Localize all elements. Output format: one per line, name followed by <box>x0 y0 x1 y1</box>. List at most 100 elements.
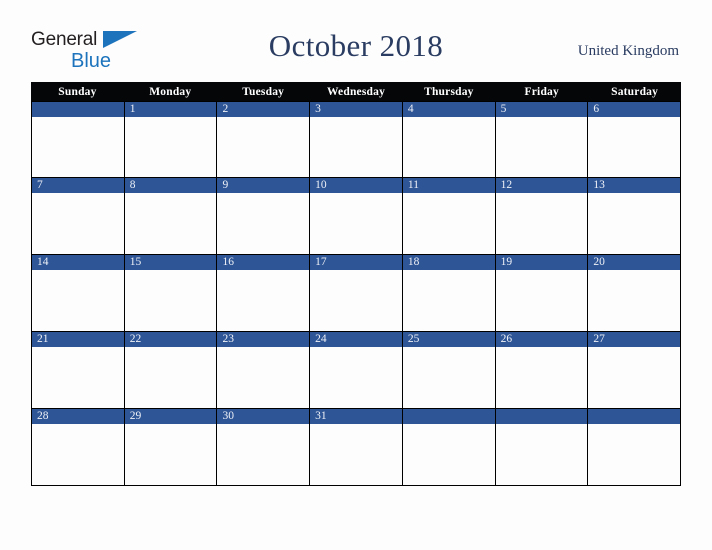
day-number: 15 <box>129 256 142 268</box>
day-notes-area[interactable] <box>495 193 588 254</box>
day-cell-11[interactable]: 11 <box>402 178 496 254</box>
day-number: 7 <box>37 179 43 191</box>
day-notes-area[interactable] <box>217 347 310 408</box>
day-number: 12 <box>500 179 513 191</box>
day-notes-area[interactable] <box>217 193 310 254</box>
day-cell-21[interactable]: 21 <box>32 332 125 408</box>
day-cell-9[interactable]: 9 <box>217 178 311 254</box>
day-number-band <box>32 178 124 193</box>
day-cell-28[interactable]: 28 <box>32 409 125 485</box>
weekday-header-monday: Monday <box>149 85 192 98</box>
day-notes-area[interactable] <box>402 117 495 177</box>
day-notes-area[interactable] <box>588 117 681 177</box>
weekday-header-friday: Friday <box>524 85 559 98</box>
day-cell-4[interactable]: 4 <box>402 102 496 177</box>
day-notes-area[interactable] <box>32 270 124 331</box>
day-cell-3[interactable]: 3 <box>310 102 403 177</box>
day-cell-31[interactable]: 31 <box>310 409 403 485</box>
day-cell-10[interactable]: 10 <box>310 178 403 254</box>
calendar-page: General Blue October 2018 United Kingdom… <box>0 0 712 550</box>
day-cell-1[interactable]: 1 <box>124 102 218 177</box>
day-number: 21 <box>37 333 49 345</box>
weekday-header-saturday: Saturday <box>611 85 659 98</box>
day-cell-14[interactable]: 14 <box>32 255 125 331</box>
day-cell-18[interactable]: 18 <box>402 255 496 331</box>
day-cell-29[interactable]: 29 <box>124 409 218 485</box>
day-number-band <box>495 409 588 424</box>
day-cell-27[interactable]: 27 <box>588 332 682 408</box>
day-number: 22 <box>129 333 142 345</box>
day-number-band <box>402 409 495 424</box>
day-notes-area[interactable] <box>124 347 217 408</box>
day-notes-area[interactable] <box>124 193 217 254</box>
day-notes-area[interactable] <box>32 117 124 177</box>
day-notes-area[interactable] <box>310 270 402 331</box>
day-cell-13[interactable]: 13 <box>588 178 682 254</box>
day-number: 4 <box>407 103 414 115</box>
day-notes-area[interactable] <box>402 347 495 408</box>
day-number: 13 <box>593 179 605 191</box>
day-cell-19[interactable]: 19 <box>495 255 589 331</box>
day-notes-area[interactable] <box>310 347 402 408</box>
day-number: 31 <box>315 410 327 422</box>
day-number: 6 <box>593 103 600 115</box>
day-notes-area[interactable] <box>495 347 588 408</box>
day-cell-7[interactable]: 7 <box>32 178 125 254</box>
day-number: 17 <box>315 256 327 268</box>
day-number-band <box>310 102 402 117</box>
day-cell-5[interactable]: 5 <box>495 102 589 177</box>
day-number: 11 <box>407 179 419 191</box>
day-notes-area[interactable] <box>495 117 588 177</box>
day-cell-6[interactable]: 6 <box>588 102 682 177</box>
day-cell-22[interactable]: 22 <box>124 332 218 408</box>
calendar-week-row: 28 29 30 31 <box>31 409 682 486</box>
day-cell-26[interactable]: 26 <box>495 332 589 408</box>
day-number: 19 <box>500 256 513 268</box>
day-notes-area[interactable] <box>32 347 124 408</box>
weekday-header-row: Sunday Monday Tuesday Wednesday Thursday Frid… <box>31 82 681 101</box>
day-notes-area[interactable] <box>588 347 681 408</box>
day-notes-area[interactable] <box>310 193 402 254</box>
day-notes-area[interactable] <box>124 270 217 331</box>
day-cell-15[interactable]: 15 <box>124 255 218 331</box>
day-number: 2 <box>222 103 229 115</box>
day-cell-12[interactable]: 12 <box>495 178 589 254</box>
day-notes-area[interactable] <box>402 270 495 331</box>
day-cell-20[interactable]: 20 <box>588 255 682 331</box>
calendar-week-row: 1 2 3 4 5 6 <box>31 101 682 178</box>
day-number: 10 <box>315 179 327 191</box>
day-cell-16[interactable]: 16 <box>217 255 311 331</box>
day-notes-area[interactable] <box>217 270 310 331</box>
day-cell-8[interactable]: 8 <box>124 178 218 254</box>
day-cell-23[interactable]: 23 <box>217 332 311 408</box>
day-notes-area[interactable] <box>32 193 124 254</box>
day-notes-area[interactable] <box>588 270 681 331</box>
day-notes-area[interactable] <box>402 193 495 254</box>
day-cell-empty <box>495 409 589 485</box>
day-notes-area[interactable] <box>588 424 681 485</box>
day-number: 28 <box>37 410 49 422</box>
day-notes-area[interactable] <box>32 424 124 485</box>
day-cell-24[interactable]: 24 <box>310 332 403 408</box>
day-notes-area[interactable] <box>217 424 310 485</box>
day-notes-area[interactable] <box>495 424 588 485</box>
day-notes-area[interactable] <box>495 270 588 331</box>
day-notes-area[interactable] <box>310 117 402 177</box>
day-notes-area[interactable] <box>124 117 217 177</box>
day-notes-area[interactable] <box>402 424 495 485</box>
day-number: 8 <box>129 179 136 191</box>
day-cell-17[interactable]: 17 <box>310 255 403 331</box>
day-cell-30[interactable]: 30 <box>217 409 311 485</box>
day-number: 9 <box>222 179 229 191</box>
day-number: 14 <box>37 256 49 268</box>
day-cell-25[interactable]: 25 <box>402 332 496 408</box>
day-cell-2[interactable]: 2 <box>217 102 311 177</box>
day-number-band <box>217 178 310 193</box>
day-number: 5 <box>500 103 507 115</box>
day-notes-area[interactable] <box>124 424 217 485</box>
day-notes-area[interactable] <box>310 424 402 485</box>
day-notes-area[interactable] <box>588 193 681 254</box>
page-header: General Blue October 2018 United Kingdom <box>0 0 712 82</box>
day-notes-area[interactable] <box>217 117 310 177</box>
day-number: 1 <box>129 103 136 115</box>
